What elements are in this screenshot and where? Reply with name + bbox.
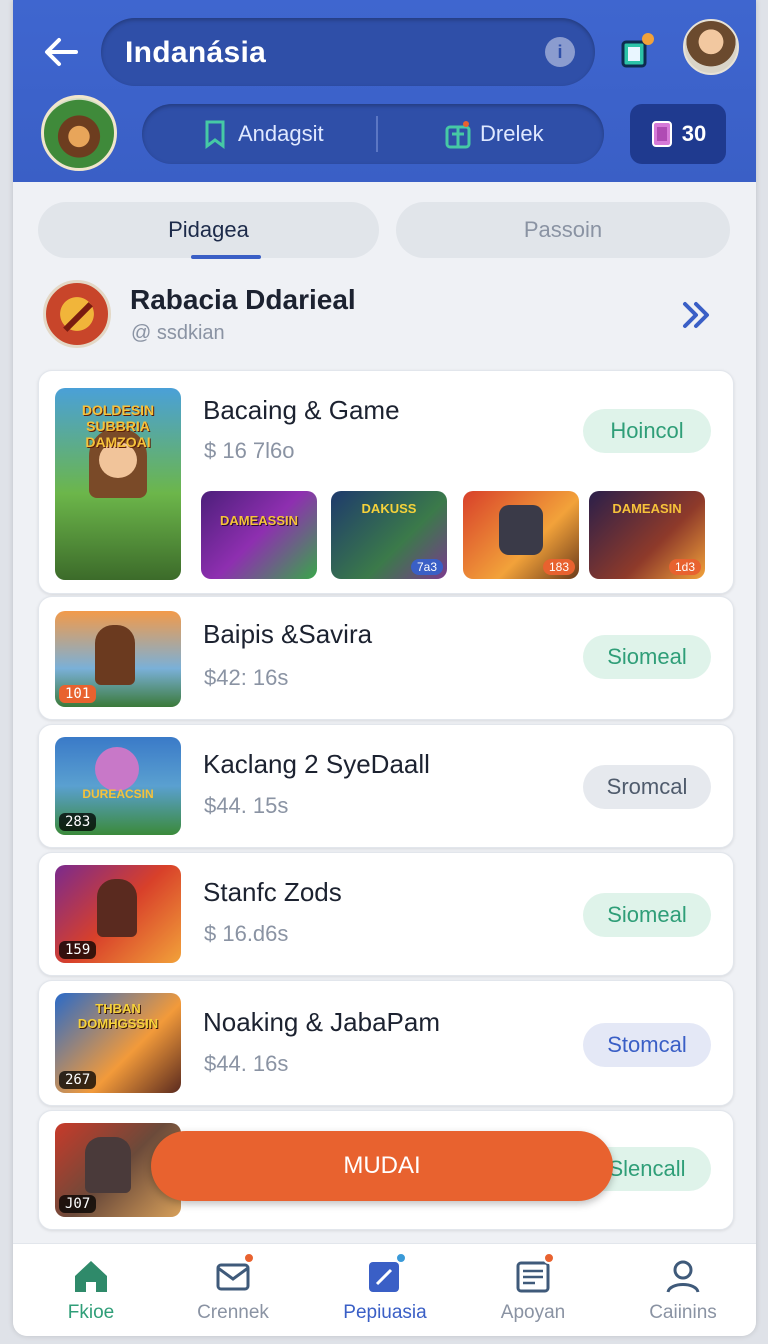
nav-item-crennek[interactable]: Crennek: [163, 1252, 303, 1324]
screenshot-badge: 183: [542, 559, 575, 575]
back-button[interactable]: [39, 30, 83, 74]
game-thumbnail: THBAN DOMHGSSIN 267: [55, 993, 181, 1093]
card-action-button[interactable]: Hoincol: [583, 409, 711, 453]
coin-counter[interactable]: 30: [630, 104, 726, 164]
thumbnail-text: DUREACSIN: [82, 787, 154, 801]
game-price: $44. 16s: [204, 1051, 289, 1076]
game-thumbnail: 101: [55, 611, 181, 707]
game-price: $42: 16s: [204, 665, 289, 690]
game-card[interactable]: DOLDESIN SUBBRIA DAMZOAI Bacaing & Game …: [38, 370, 734, 594]
screenshot-badge: 1d3: [668, 559, 701, 575]
screenshot-row: DAMEASSIN DAKUSS 7a3 183 DAMEASIN 1d3: [201, 491, 721, 579]
game-thumbnail: 159: [55, 865, 181, 963]
gift-icon: [445, 121, 471, 149]
thumbnail-badge: 101: [59, 685, 97, 703]
edit-icon: [365, 1252, 407, 1296]
screenshot-thumb[interactable]: DAMEASSIN: [201, 491, 317, 579]
tab-passoin[interactable]: Passoin: [396, 202, 730, 258]
screenshot-text: DAMEASSIN: [219, 513, 298, 528]
notification-icon[interactable]: [617, 30, 657, 70]
game-name: Bacaing & Game: [203, 395, 400, 425]
thumbnail-text: THBAN DOMHGSSIN: [77, 1001, 159, 1031]
nav-label: Pepiuasia: [343, 1302, 427, 1323]
divider: [376, 116, 378, 152]
notification-dot: [243, 1252, 255, 1264]
game-name: Kaclang 2 SyeDaall: [203, 749, 430, 779]
screenshot-thumb[interactable]: DAMEASIN 1d3: [589, 491, 705, 579]
nav-item-caiinins[interactable]: Caiinins: [613, 1256, 753, 1324]
screenshot-text: DAMEASIN: [612, 501, 682, 516]
screenshot-thumb[interactable]: DAKUSS 7a3: [331, 491, 447, 579]
section-logo: [43, 280, 111, 348]
nav-label: Crennek: [197, 1302, 269, 1323]
thumbnail-badge: 267: [59, 1071, 97, 1089]
tab-pidagea[interactable]: Pidagea: [38, 202, 379, 258]
app-header: Indanásia i Andagsit Drelek 30: [13, 0, 756, 182]
card-action-button[interactable]: Stomcal: [583, 1023, 711, 1067]
filter-andagsit[interactable]: Andagsit: [202, 117, 324, 151]
nav-label: Caiinins: [649, 1302, 717, 1323]
game-name: Noaking & JabaPam: [203, 1007, 441, 1037]
game-price: $44. 15s: [204, 793, 289, 818]
arrow-left-icon: [45, 38, 78, 66]
header-title: Indanásia: [125, 36, 267, 69]
notification-dot: [543, 1252, 555, 1264]
nav-item-pepiuasia[interactable]: Pepiuasia: [315, 1252, 455, 1324]
screenshot-thumb[interactable]: 183: [463, 491, 579, 579]
game-thumbnail: DUREACSIN 283: [55, 737, 181, 835]
mail-icon: [213, 1252, 255, 1296]
nav-item-apoyan[interactable]: Apoyan: [463, 1252, 603, 1324]
search-bar[interactable]: Indanásia i: [101, 18, 595, 86]
profile-icon: [666, 1260, 700, 1293]
thumbnail-badge: J07: [59, 1195, 97, 1213]
game-card[interactable]: 101 Baipis &Savira $42: 16s Siomeal: [38, 596, 734, 720]
tab-label: Pidagea: [168, 217, 249, 242]
thumbnail-badge: 159: [59, 941, 97, 959]
tab-label: Passoin: [523, 217, 603, 242]
nav-label: Apoyan: [500, 1302, 566, 1323]
game-price: $ 16.d6s: [204, 921, 289, 946]
filter-bar: Andagsit Drelek: [142, 104, 604, 164]
card-action-button[interactable]: Sromcal: [583, 765, 711, 809]
double-chevron-right-icon[interactable]: [677, 295, 717, 335]
app-screen: Indanásia i Andagsit Drelek 30 Pidagea P…: [13, 0, 756, 1336]
game-card[interactable]: 159 Stanfc Zods $ 16.d6s Siomeal: [38, 852, 734, 976]
screenshot-text: DAKUSS: [361, 501, 417, 516]
screenshot-badge: 7a3: [410, 559, 443, 575]
game-card[interactable]: THBAN DOMHGSSIN 267 Noaking & JabaPam $4…: [38, 980, 734, 1106]
coin-count: 30: [681, 121, 707, 146]
game-name: Stanfc Zods: [203, 877, 342, 907]
nav-item-home[interactable]: Fkioe: [21, 1256, 161, 1324]
card-action-button[interactable]: Siomeal: [583, 893, 711, 937]
active-tab-indicator: [191, 255, 261, 259]
nav-label: Fkioe: [67, 1302, 115, 1323]
notification-dot: [395, 1252, 407, 1264]
user-avatar[interactable]: [683, 19, 739, 75]
thumbnail-text: DOLDESIN SUBBRIA DAMZOAI: [81, 402, 155, 450]
floating-action-button[interactable]: MUDAI: [151, 1131, 613, 1201]
info-icon[interactable]: i: [545, 37, 575, 67]
game-price: $ 16 7l6o: [204, 438, 295, 463]
section-title: Rabacia Ddarieal: [130, 284, 356, 315]
bookmark-icon: [205, 120, 225, 149]
wallet-icon: [651, 121, 672, 147]
section-handle: @ ssdkian: [131, 322, 225, 344]
thumbnail-badge: 283: [59, 813, 97, 831]
filter-label: Andagsit: [238, 121, 324, 146]
news-icon: [513, 1252, 555, 1296]
card-action-button[interactable]: Siomeal: [583, 635, 711, 679]
filter-drelek[interactable]: Drelek: [444, 117, 544, 151]
game-name: Baipis &Savira: [203, 619, 373, 649]
game-card[interactable]: DUREACSIN 283 Kaclang 2 SyeDaall $44. 15…: [38, 724, 734, 848]
bottom-navigation: Fkioe Crennek Pepiuasia Apoyan Caiinins: [13, 1243, 756, 1336]
filter-label: Drelek: [480, 121, 544, 146]
home-icon: [75, 1261, 107, 1292]
game-thumbnail: DOLDESIN SUBBRIA DAMZOAI: [55, 388, 181, 580]
game-avatar[interactable]: [41, 95, 117, 171]
